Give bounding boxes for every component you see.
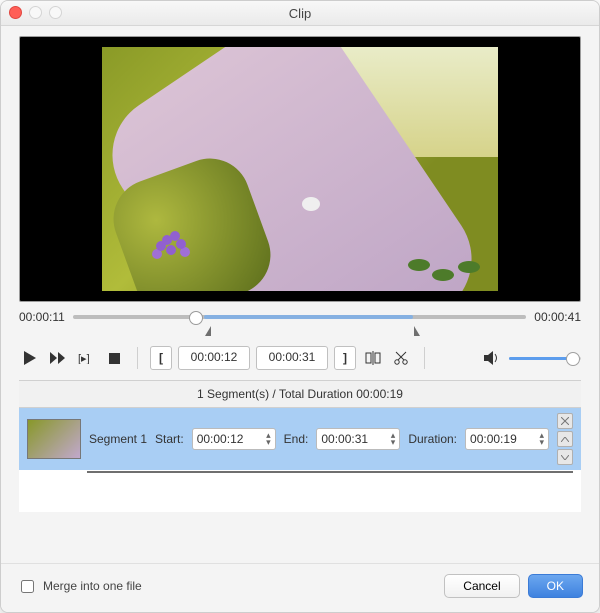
cancel-button[interactable]: Cancel: [444, 574, 519, 598]
segment-progress-bar: [87, 471, 573, 473]
svg-text:[▸]: [▸]: [78, 353, 90, 364]
stop-icon: [109, 353, 120, 364]
timeline: 00:00:11 00:00:41: [19, 310, 581, 324]
stop-button[interactable]: [103, 347, 125, 369]
segment-row[interactable]: Segment 1 Start: 00:00:12▴▾ End: 00:00:3…: [19, 408, 581, 470]
volume-slider[interactable]: [509, 357, 581, 360]
remove-segment-button[interactable]: [557, 413, 573, 429]
stepper-icon: ▴▾: [391, 432, 396, 446]
clip-dialog: Clip 00:00:11 00:00:41: [0, 0, 600, 613]
merge-checkbox-input[interactable]: [21, 580, 34, 593]
segment-name: Segment 1: [89, 432, 147, 446]
bracket-open-icon: [: [159, 351, 163, 365]
segment-thumbnail: [27, 419, 81, 459]
zoom-window-button[interactable]: [49, 6, 62, 19]
duration-label: Duration:: [408, 432, 457, 446]
video-canvas: [102, 47, 498, 291]
end-label: End:: [284, 432, 309, 446]
segment-end-field[interactable]: 00:00:31▴▾: [316, 428, 400, 450]
cut-button[interactable]: [390, 347, 412, 369]
next-segment-button[interactable]: [▸]: [75, 347, 97, 369]
volume-control: [481, 347, 581, 369]
close-window-button[interactable]: [9, 6, 22, 19]
volume-fill: [509, 357, 572, 360]
titlebar: Clip: [1, 1, 599, 26]
separator: [137, 347, 138, 369]
close-icon: [561, 417, 569, 425]
trim-start-marker[interactable]: [205, 326, 211, 336]
chevron-down-icon: [561, 455, 569, 460]
current-time-label: 00:00:11: [19, 310, 65, 324]
fast-forward-button[interactable]: [47, 347, 69, 369]
trim-start-field[interactable]: 00:00:12: [178, 346, 250, 370]
content-area: 00:00:11 00:00:41 [▸]: [1, 26, 599, 512]
play-icon: [24, 351, 36, 365]
video-still: [102, 47, 498, 291]
separator: [424, 347, 425, 369]
volume-handle[interactable]: [566, 352, 580, 366]
segments-list: Segment 1 Start: 00:00:12▴▾ End: 00:00:3…: [19, 408, 581, 512]
set-end-button[interactable]: ]: [334, 346, 356, 370]
trim-end-field[interactable]: 00:00:31: [256, 346, 328, 370]
timeline-selection: [204, 315, 413, 319]
window-title: Clip: [289, 6, 311, 21]
window-controls: [9, 6, 62, 19]
dialog-footer: Merge into one file Cancel OK: [1, 563, 599, 612]
segment-duration-field[interactable]: 00:00:19▴▾: [465, 428, 549, 450]
move-up-button[interactable]: [557, 431, 573, 447]
mute-button[interactable]: [481, 347, 503, 369]
minimize-window-button[interactable]: [29, 6, 42, 19]
cut-icon: [394, 351, 408, 365]
trim-markers: [73, 324, 527, 340]
timeline-track[interactable]: [73, 315, 526, 319]
ok-button[interactable]: OK: [528, 574, 583, 598]
stepper-icon: ▴▾: [266, 432, 271, 446]
segment-start-field[interactable]: 00:00:12▴▾: [192, 428, 276, 450]
fast-forward-icon: [50, 352, 66, 364]
stepper-icon: ▴▾: [539, 432, 544, 446]
split-button[interactable]: [362, 347, 384, 369]
start-label: Start:: [155, 432, 184, 446]
segment-actions: [557, 413, 573, 465]
playhead[interactable]: [189, 311, 203, 325]
move-down-button[interactable]: [557, 449, 573, 465]
video-preview[interactable]: [19, 36, 581, 302]
volume-icon: [484, 351, 500, 365]
next-clip-icon: [▸]: [78, 352, 94, 364]
trim-end-marker[interactable]: [414, 326, 420, 336]
player-toolbar: [▸] [ 00:00:12 00:00:31 ]: [19, 340, 581, 381]
chevron-up-icon: [561, 437, 569, 442]
split-icon: [365, 351, 381, 365]
merge-label: Merge into one file: [43, 579, 142, 593]
merge-checkbox[interactable]: Merge into one file: [17, 577, 142, 596]
bracket-close-icon: ]: [343, 351, 347, 365]
total-time-label: 00:00:41: [534, 310, 581, 324]
set-start-button[interactable]: [: [150, 346, 172, 370]
segments-summary: 1 Segment(s) / Total Duration 00:00:19: [19, 381, 581, 408]
play-button[interactable]: [19, 347, 41, 369]
